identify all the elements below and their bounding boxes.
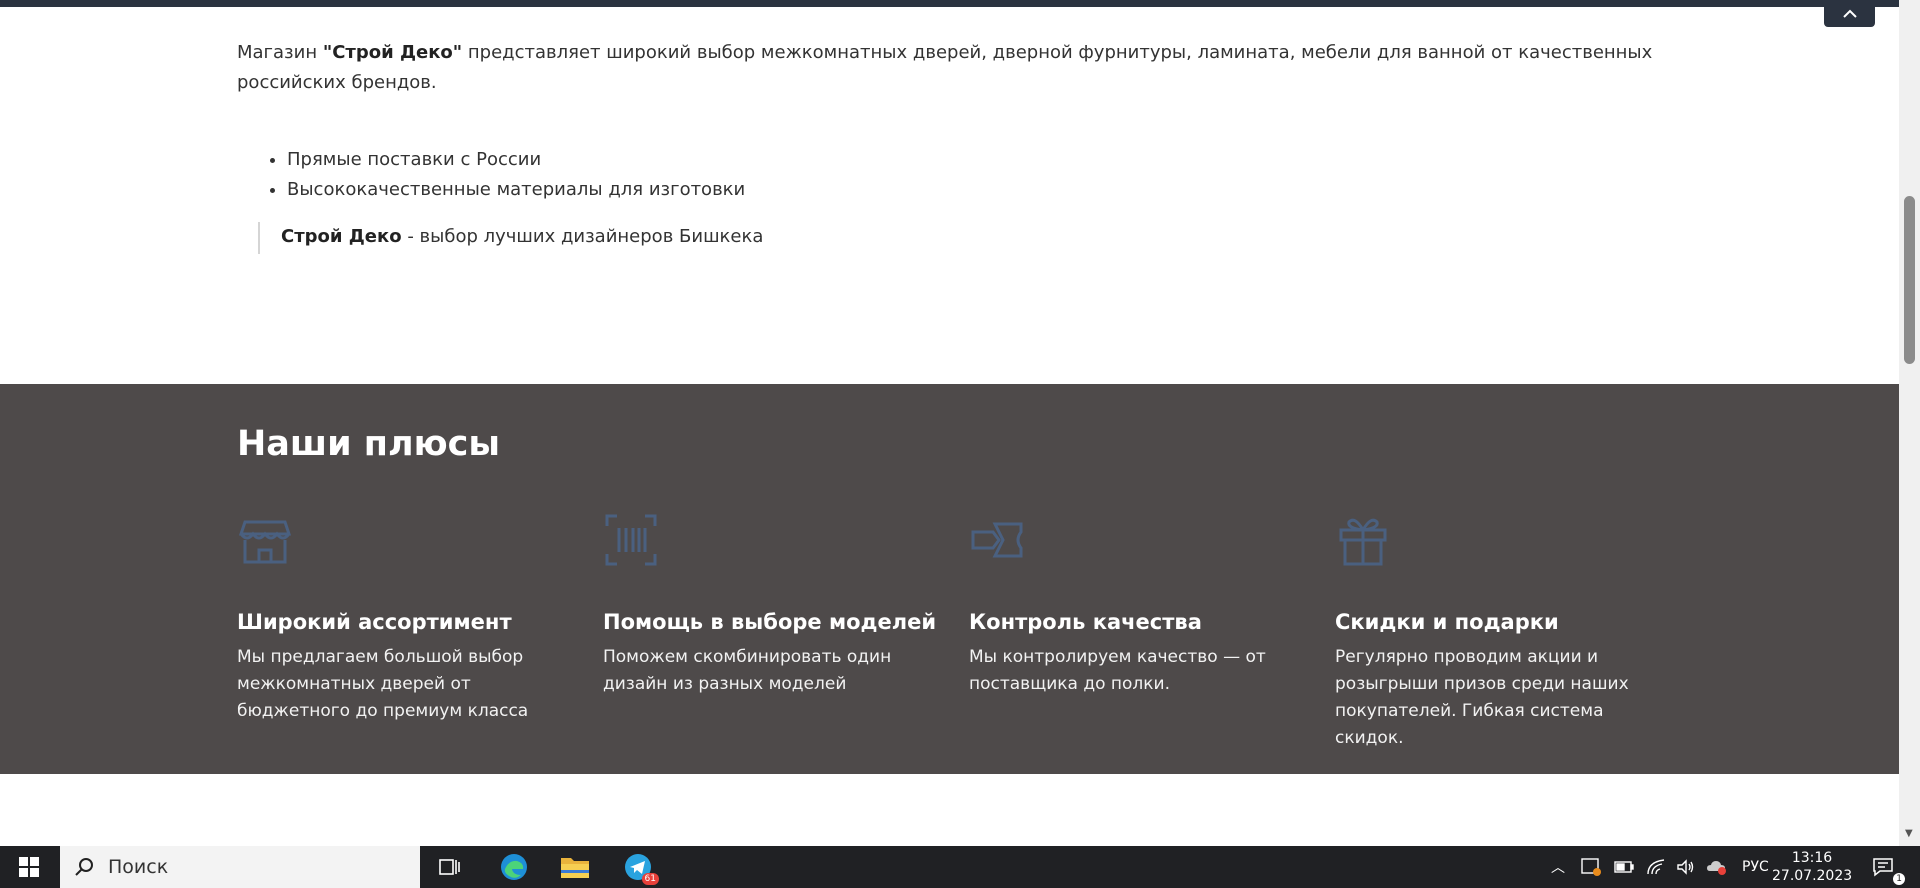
volume-icon[interactable] (1676, 858, 1696, 876)
feature-text: Мы предлагаем большой выбор межкомнатных… (237, 647, 529, 721)
top-header-strip (0, 0, 1899, 7)
advantages-section: Наши плюсы Широкий ассортимент Мы предла… (0, 384, 1899, 774)
feature-text: Регулярно проводим акции и розыгрыши при… (1335, 647, 1629, 748)
edge-browser-icon (501, 854, 527, 880)
list-item: Прямые поставки с России (287, 145, 1657, 175)
scroll-to-top-button[interactable] (1824, 0, 1875, 27)
chevron-up-icon (1842, 9, 1857, 18)
input-language[interactable]: РУС (1742, 859, 1769, 875)
section-title: Наши плюсы (237, 424, 501, 464)
store-icon (238, 520, 292, 564)
taskbar-clock[interactable]: 13:16 27.07.2023 (1772, 849, 1852, 885)
barcode-scan-icon (605, 514, 657, 566)
scrollbar-thumb[interactable] (1904, 196, 1915, 364)
quote-text: - выбор лучших дизайнеров Бишкека (401, 226, 764, 247)
feature-text: Мы контролируем качество — от поставщика… (969, 647, 1266, 694)
search-icon (75, 858, 93, 876)
clock-date: 27.07.2023 (1772, 868, 1853, 884)
onedrive-error-icon[interactable] (1706, 858, 1728, 876)
notifications-button[interactable]: 1 (1858, 846, 1908, 888)
page-scrollbar[interactable]: ▼ (1899, 0, 1920, 846)
ticket-icon (971, 522, 1023, 558)
telegram-unread-badge: 61 (641, 873, 659, 885)
feature-title: Контроль качества (969, 610, 1202, 634)
feature-card: Широкий ассортимент Мы предлагаем большо… (237, 512, 577, 725)
feature-title: Помощь в выборе моделей (603, 610, 937, 634)
folder-icon (561, 858, 589, 878)
notification-icon (1873, 858, 1893, 877)
battery-icon[interactable] (1614, 861, 1634, 873)
task-view-button[interactable] (426, 846, 474, 888)
gift-icon (1339, 518, 1387, 566)
windows-taskbar: Поиск 61 ︿ РУС 13:16 27.07.2023 1 (0, 846, 1920, 888)
about-content: Магазин "Строй Деко" представляет широки… (237, 38, 1657, 254)
intro-prefix: Магазин (237, 42, 323, 63)
network-warning-icon[interactable] (1580, 857, 1602, 877)
wifi-icon[interactable] (1646, 858, 1666, 876)
scroll-down-arrow-icon[interactable]: ▼ (1905, 828, 1913, 839)
feature-text: Поможем скомбинировать один дизайн из ра… (603, 647, 892, 694)
start-button[interactable] (0, 846, 58, 888)
feature-title: Скидки и подарки (1335, 610, 1559, 634)
telegram-button[interactable]: 61 (614, 846, 662, 888)
feature-card: Скидки и подарки Регулярно проводим акци… (1335, 512, 1675, 752)
quote-brand: Строй Деко (281, 226, 402, 247)
search-placeholder: Поиск (108, 856, 169, 878)
chevron-up-icon[interactable]: ︿ (1546, 857, 1570, 877)
taskbar-search[interactable]: Поиск (60, 846, 420, 888)
feature-title: Широкий ассортимент (237, 610, 512, 634)
intro-paragraph: Магазин "Строй Деко" представляет широки… (237, 38, 1657, 98)
system-tray: ︿ РУС (1546, 846, 1769, 888)
task-view-icon (439, 859, 460, 875)
intro-brand: "Строй Деко" (322, 42, 463, 63)
edge-browser-button[interactable] (490, 846, 538, 888)
clock-time: 13:16 (1791, 850, 1833, 866)
brand-quote: Строй Деко - выбор лучших дизайнеров Биш… (258, 222, 1657, 254)
notification-count-badge: 1 (1893, 873, 1905, 885)
feature-card: Помощь в выборе моделей Поможем скомбини… (603, 512, 943, 698)
advantages-list: Прямые поставки с России Высококачествен… (237, 145, 1657, 205)
list-item: Высококачественные материалы для изготов… (287, 175, 1657, 205)
windows-logo-icon (19, 857, 39, 877)
feature-card: Контроль качества Мы контролируем качест… (969, 512, 1309, 698)
file-explorer-button[interactable] (551, 846, 599, 888)
